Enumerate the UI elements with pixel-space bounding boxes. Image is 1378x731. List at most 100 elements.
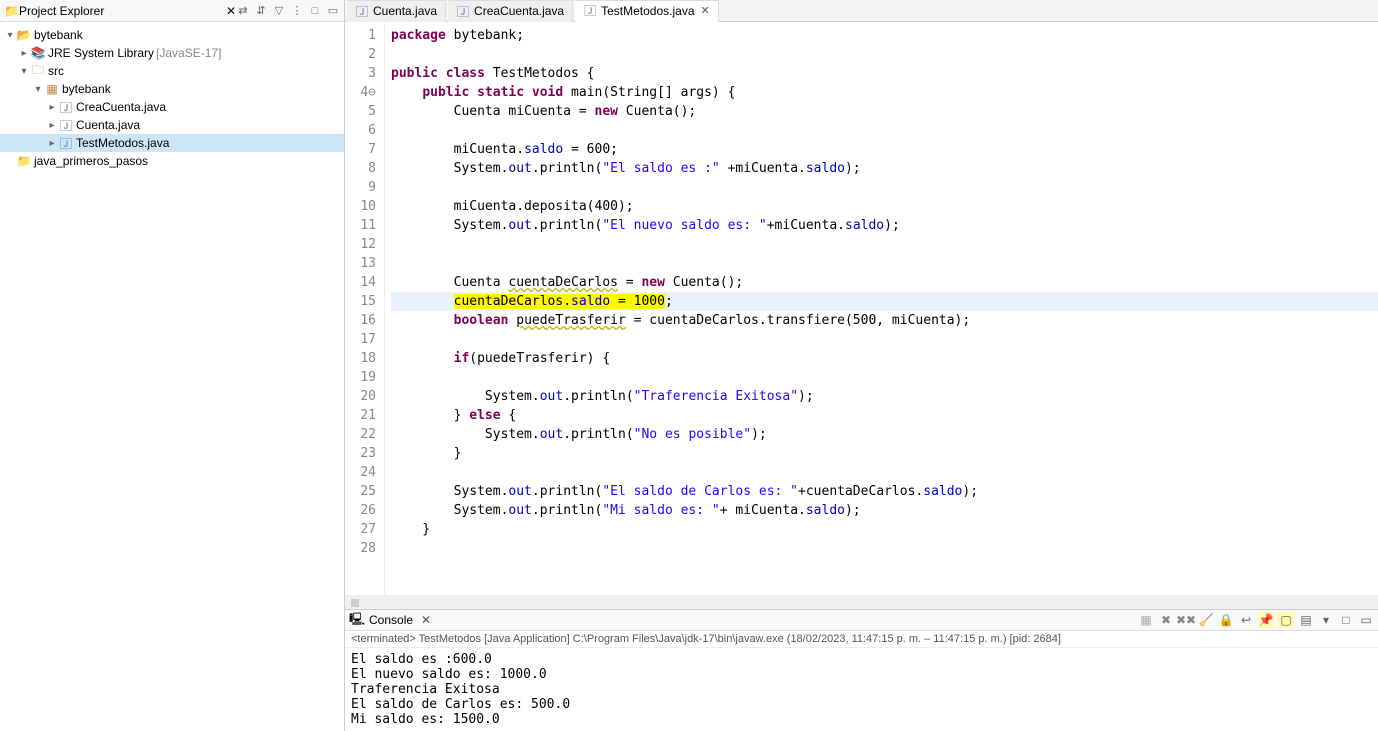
code-editor[interactable]: package bytebank; public class TestMetod…	[385, 22, 1378, 595]
code-line[interactable]: cuentaDeCarlos.saldo = 1000;	[391, 292, 1378, 311]
word-wrap-icon[interactable]: ↩	[1238, 612, 1254, 628]
editor-tabs: 🄹Cuenta.java🄹CreaCuenta.java🄹TestMetodos…	[345, 0, 1378, 22]
explorer-toolbar: ⇄ ⇵ ▽ ⋮ □ ▭	[236, 4, 340, 18]
twisty-icon[interactable]: ▾	[32, 84, 44, 95]
maximize-icon[interactable]: ▭	[326, 4, 340, 18]
code-line[interactable]: Cuenta cuentaDeCarlos = new Cuenta();	[391, 273, 1378, 292]
code-line[interactable]	[391, 368, 1378, 387]
code-line[interactable]	[391, 330, 1378, 349]
code-line[interactable]: System.out.println("El saldo de Carlos e…	[391, 482, 1378, 501]
twisty-icon[interactable]: ▸	[46, 138, 58, 149]
twisty-icon[interactable]: ▸	[46, 102, 58, 113]
tab-label: Cuenta.java	[373, 4, 437, 18]
tree-item-cuenta-java[interactable]: ▸🄹Cuenta.java	[0, 116, 344, 134]
line-number: 20	[345, 387, 376, 406]
tree-item-label: TestMetodos.java	[76, 136, 169, 150]
open-console-icon[interactable]: ▾	[1318, 612, 1334, 628]
tree-item-label: java_primeros_pasos	[34, 154, 148, 168]
filter-icon[interactable]: ▽	[272, 4, 286, 18]
twisty-icon[interactable]: ▾	[18, 66, 30, 77]
tree-item-creacuenta-java[interactable]: ▸🄹CreaCuenta.java	[0, 98, 344, 116]
code-line[interactable]: package bytebank;	[391, 26, 1378, 45]
line-number: 14	[345, 273, 376, 292]
console-header: 🖳 Console ✕ ▦ ✖ ✖✖ 🧹 🔒 ↩ 📌 ▢ ▤ ▾ □ ▭	[345, 609, 1378, 631]
close-icon[interactable]: ✕	[701, 4, 710, 17]
close-icon[interactable]: ✕	[226, 4, 236, 18]
code-line[interactable]: boolean puedeTrasferir = cuentaDeCarlos.…	[391, 311, 1378, 330]
code-line[interactable]	[391, 463, 1378, 482]
java-file-icon: 🄹	[456, 4, 470, 18]
editor-horizontal-scrollbar[interactable]	[345, 595, 1378, 609]
java-file-icon: 🄹	[355, 4, 369, 18]
remove-all-icon[interactable]: ✖	[1158, 612, 1174, 628]
console-launch-info: <terminated> TestMetodos [Java Applicati…	[345, 631, 1378, 648]
tree-item-label: bytebank	[34, 28, 83, 42]
line-number: 2	[345, 45, 376, 64]
display-selected-icon[interactable]: ▤	[1298, 612, 1314, 628]
code-line[interactable]: }	[391, 520, 1378, 539]
code-line[interactable]	[391, 539, 1378, 558]
code-line[interactable]	[391, 254, 1378, 273]
twisty-icon[interactable]: ▸	[18, 48, 30, 59]
code-line[interactable]	[391, 235, 1378, 254]
editor-tab-testmetodos-java[interactable]: 🄹TestMetodos.java✕	[575, 0, 719, 22]
code-line[interactable]: System.out.println("Traferencia Exitosa"…	[391, 387, 1378, 406]
view-menu-icon[interactable]: ⋮	[290, 4, 304, 18]
code-line[interactable]: } else {	[391, 406, 1378, 425]
tree-item-label: src	[48, 64, 64, 78]
link-editor-icon[interactable]: ⇄	[236, 4, 250, 18]
line-number: 22	[345, 425, 376, 444]
code-line[interactable]: Cuenta miCuenta = new Cuenta();	[391, 102, 1378, 121]
code-line[interactable]: public class TestMetodos {	[391, 64, 1378, 83]
code-line[interactable]	[391, 45, 1378, 64]
remove-terminated-icon[interactable]: ▦	[1138, 612, 1154, 628]
editor-area: 1234⊖56789101112131415161718192021222324…	[345, 22, 1378, 595]
twisty-icon[interactable]: ▸	[46, 120, 58, 131]
clear-console-icon[interactable]: 🧹	[1198, 612, 1214, 628]
tree-item-label: JRE System Library	[48, 46, 154, 60]
editor-tab-cuenta-java[interactable]: 🄹 Cuenta.java	[347, 0, 446, 22]
line-number: 12	[345, 235, 376, 254]
line-number: 21	[345, 406, 376, 425]
code-line[interactable]: miCuenta.saldo = 600;	[391, 140, 1378, 159]
tab-label: TestMetodos.java	[601, 4, 694, 18]
scroll-lock-icon[interactable]: 🔒	[1218, 612, 1234, 628]
editor-tab-creacuenta-java[interactable]: 🄹CreaCuenta.java	[448, 0, 573, 22]
show-console-icon[interactable]: ▢	[1278, 612, 1294, 628]
tree-item-label: CreaCuenta.java	[76, 100, 166, 114]
line-number: 10	[345, 197, 376, 216]
code-line[interactable]: if(puedeTrasferir) {	[391, 349, 1378, 368]
remove-all-terminated-icon[interactable]: ✖✖	[1178, 612, 1194, 628]
code-line[interactable]: public static void main(String[] args) {	[391, 83, 1378, 102]
collapse-all-icon[interactable]: ⇵	[254, 4, 268, 18]
tree-item-label: bytebank	[62, 82, 111, 96]
maximize-icon[interactable]: ▭	[1358, 612, 1374, 628]
code-line[interactable]: System.out.println("El nuevo saldo es: "…	[391, 216, 1378, 235]
tree-item-bytebank[interactable]: ▾▦bytebank	[0, 80, 344, 98]
code-line[interactable]: }	[391, 444, 1378, 463]
tree-item-java_primeros_pasos[interactable]: 📁java_primeros_pasos	[0, 152, 344, 170]
close-icon[interactable]: ✕	[421, 613, 431, 627]
twisty-icon[interactable]: ▾	[4, 30, 16, 41]
line-number: 3	[345, 64, 376, 83]
tree-item-src[interactable]: ▾🗀src	[0, 62, 344, 80]
code-line[interactable]: System.out.println("El saldo es :" +miCu…	[391, 159, 1378, 178]
code-line[interactable]	[391, 121, 1378, 140]
tree-item-jre-system-library[interactable]: ▸📚JRE System Library [JavaSE-17]	[0, 44, 344, 62]
code-line[interactable]: miCuenta.deposita(400);	[391, 197, 1378, 216]
code-line[interactable]: System.out.println("Mi saldo es: "+ miCu…	[391, 501, 1378, 520]
pin-console-icon[interactable]: 📌	[1258, 612, 1274, 628]
console-output[interactable]: El saldo es :600.0 El nuevo saldo es: 10…	[345, 648, 1378, 731]
line-number: 19	[345, 368, 376, 387]
line-number: 11	[345, 216, 376, 235]
minimize-icon[interactable]: □	[308, 4, 322, 18]
console-title-text: Console	[369, 613, 413, 627]
code-line[interactable]	[391, 178, 1378, 197]
line-number: 9	[345, 178, 376, 197]
project-explorer-title: Project Explorer	[19, 4, 222, 18]
project-tree[interactable]: ▾📂bytebank▸📚JRE System Library [JavaSE-1…	[0, 22, 344, 731]
tree-item-bytebank[interactable]: ▾📂bytebank	[0, 26, 344, 44]
tree-item-testmetodos-java[interactable]: ▸🄹TestMetodos.java	[0, 134, 344, 152]
code-line[interactable]: System.out.println("No es posible");	[391, 425, 1378, 444]
minimize-icon[interactable]: □	[1338, 612, 1354, 628]
